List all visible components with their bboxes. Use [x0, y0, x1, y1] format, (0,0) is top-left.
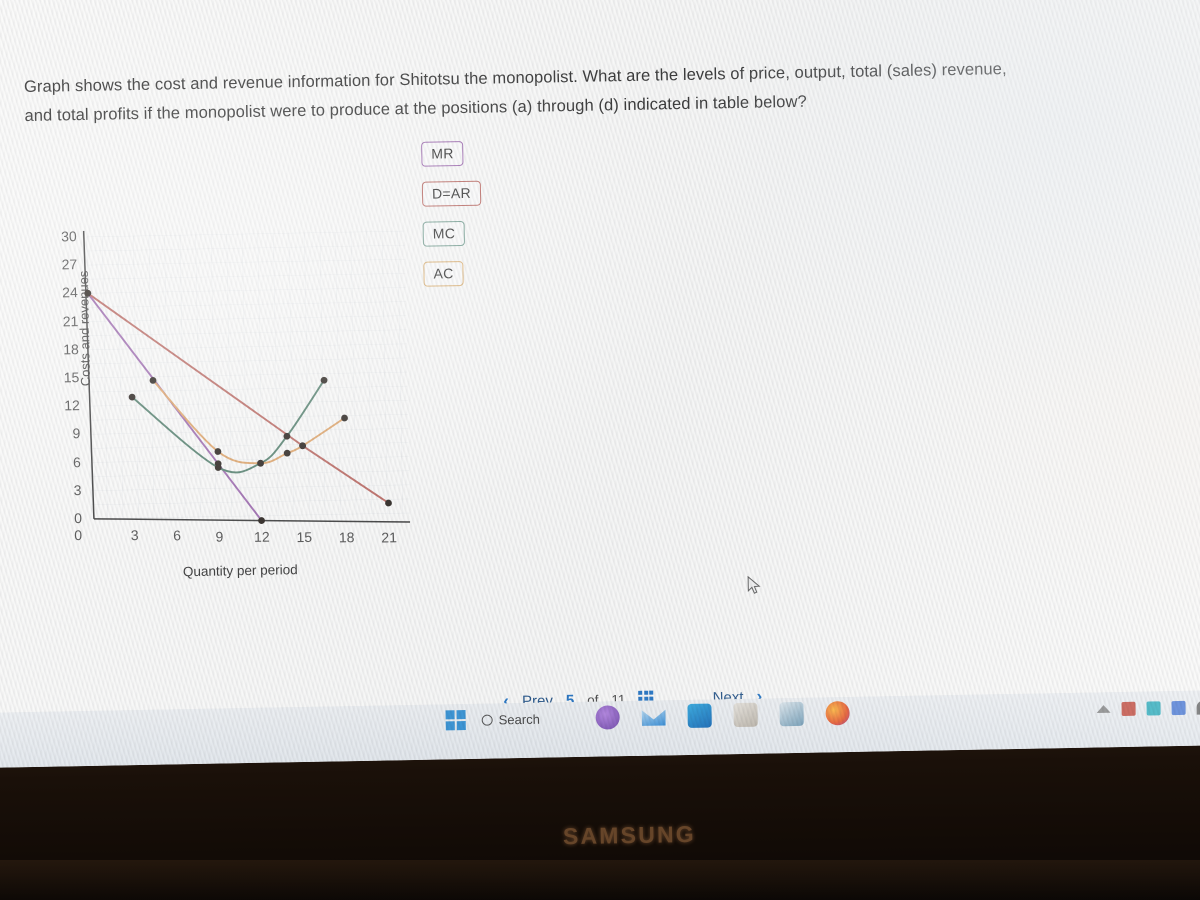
economics-chart: Costs and revenues Quantity per period 0… [26, 214, 453, 602]
copilot-icon[interactable] [595, 705, 620, 730]
monitor-screen: Graph shows the cost and revenue informa… [0, 0, 1200, 768]
windows-start-icon[interactable] [445, 710, 466, 731]
mail-icon[interactable] [641, 704, 665, 728]
store-icon[interactable] [779, 701, 804, 727]
taskbar-search[interactable]: Search [481, 711, 541, 727]
y-axis-line [82, 230, 95, 519]
data-point [283, 449, 291, 457]
samsung-brand-logo: SAMSUNG [562, 820, 697, 850]
search-icon [481, 714, 493, 726]
tray-wifi-icon[interactable] [1196, 700, 1200, 715]
system-tray [1096, 700, 1200, 717]
search-placeholder: Search [498, 711, 541, 727]
desk-surface [0, 860, 1200, 900]
outlook-icon[interactable] [687, 703, 712, 728]
tray-red-icon[interactable] [1121, 701, 1136, 717]
tray-teal-icon[interactable] [1146, 701, 1161, 716]
legend-chip-mr: MR [421, 140, 464, 167]
chart-legend: MR D=AR MC AC [421, 140, 544, 302]
legend-chip-d-ar: D=AR [421, 180, 482, 207]
legend-chip-ac: AC [423, 261, 464, 287]
legend-chip-mc: MC [422, 220, 466, 247]
chart-plot-area [82, 230, 411, 524]
firefox-icon[interactable] [825, 701, 850, 726]
mouse-cursor-icon [747, 575, 761, 594]
tray-chevron-icon[interactable] [1096, 702, 1110, 716]
tray-blue-icon[interactable] [1171, 700, 1186, 716]
x-axis-line [93, 518, 411, 523]
data-point [257, 459, 264, 467]
photo-of-monitor: SAMSUNG Graph shows the cost and revenue… [0, 0, 1200, 900]
calculator-icon[interactable] [733, 702, 758, 728]
